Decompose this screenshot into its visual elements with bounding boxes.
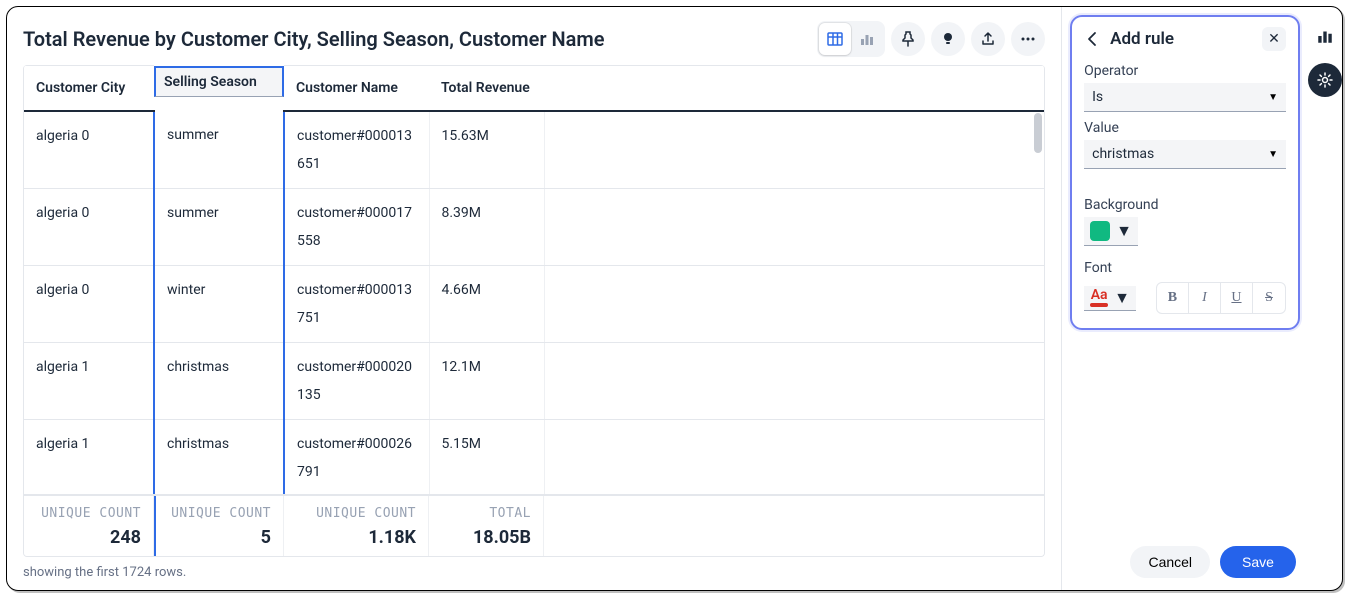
vertical-scrollbar[interactable] [1034, 113, 1042, 476]
toolbar [817, 21, 1045, 57]
cell: summer [154, 111, 284, 189]
font-aa-icon: Aa [1091, 288, 1108, 302]
rail-chart-button[interactable] [1308, 19, 1342, 53]
font-color-picker[interactable]: Aa ▼ [1084, 286, 1136, 311]
chevron-down-icon: ▼ [1114, 288, 1130, 308]
more-button[interactable] [1011, 22, 1045, 56]
data-table: Customer City Selling Season Customer Na… [23, 65, 1045, 557]
cell [544, 111, 1044, 189]
cancel-button[interactable]: Cancel [1130, 546, 1210, 578]
operator-select[interactable]: Is ▼ [1084, 83, 1286, 112]
operator-label: Operator [1084, 63, 1286, 79]
share-button[interactable] [971, 22, 1005, 56]
col-header-name[interactable]: Customer Name [284, 66, 429, 112]
cell: 8.39M [429, 189, 544, 266]
table-row[interactable]: algeria 1christmascustomer#0000267915.15… [24, 420, 1044, 497]
cell: algeria 0 [24, 266, 154, 343]
cell [544, 266, 1044, 343]
value-select[interactable]: christmas ▼ [1084, 140, 1286, 169]
table-row[interactable]: algeria 0summercustomer#0000175588.39M [24, 189, 1044, 266]
cell: winter [154, 266, 284, 343]
font-color-swatch [1090, 303, 1108, 307]
cell: 4.66M [429, 266, 544, 343]
font-style-group: B I U S [1156, 282, 1286, 314]
operator-value: Is [1092, 89, 1103, 105]
cell: customer#000026791 [284, 420, 429, 497]
right-rail [1308, 7, 1342, 590]
summary-label: UNIQUE COUNT [168, 506, 271, 521]
col-header-empty [544, 66, 1044, 112]
table-view-button[interactable] [819, 23, 851, 55]
cell: algeria 1 [24, 420, 154, 497]
back-button[interactable] [1084, 30, 1102, 48]
cell: customer#000020135 [284, 343, 429, 420]
background-color-picker[interactable]: ▼ [1084, 217, 1138, 246]
cell [544, 420, 1044, 497]
summary-value: 18.05B [441, 527, 531, 548]
summary-value: 248 [36, 527, 141, 548]
save-button[interactable]: Save [1220, 546, 1296, 578]
summary-value: 5 [168, 527, 271, 548]
cell [544, 343, 1044, 420]
view-toggle [817, 21, 885, 57]
cell: algeria 0 [24, 189, 154, 266]
add-rule-panel: Add rule ✕ Operator Is ▼ Value christmas ▼… [1070, 15, 1300, 330]
insight-button[interactable] [931, 22, 965, 56]
table-row[interactable]: algeria 1christmascustomer#00002013512.1… [24, 343, 1044, 420]
font-label: Font [1084, 260, 1286, 276]
bold-button[interactable]: B [1157, 283, 1189, 313]
background-label: Background [1084, 197, 1286, 213]
col-header-city[interactable]: Customer City [24, 66, 154, 112]
rail-settings-button[interactable] [1308, 63, 1342, 97]
chevron-down-icon: ▼ [1268, 149, 1278, 160]
value-label: Value [1084, 120, 1286, 136]
summary-label: TOTAL [441, 506, 531, 521]
table-row[interactable]: algeria 0wintercustomer#0000137514.66M [24, 266, 1044, 343]
italic-button[interactable]: I [1189, 283, 1221, 313]
table-row[interactable]: algeria 0summercustomer#00001365115.63M [24, 111, 1044, 189]
summary-value: 1.18K [296, 527, 416, 548]
cell: 15.63M [429, 111, 544, 189]
summary-row: UNIQUE COUNT 248 UNIQUE COUNT 5 UNIQUE COU… [24, 494, 1044, 556]
close-button[interactable]: ✕ [1262, 27, 1286, 51]
cell: customer#000013651 [284, 111, 429, 189]
cell: 12.1M [429, 343, 544, 420]
pin-button[interactable] [891, 22, 925, 56]
cell: 5.15M [429, 420, 544, 497]
summary-label: UNIQUE COUNT [296, 506, 416, 521]
cell: customer#000017558 [284, 189, 429, 266]
footer-text: showing the first 1724 rows. [23, 557, 1045, 580]
cell: customer#000013751 [284, 266, 429, 343]
cell: algeria 0 [24, 111, 154, 189]
strike-button[interactable]: S [1253, 283, 1285, 313]
col-header-revenue[interactable]: Total Revenue [429, 66, 544, 112]
underline-button[interactable]: U [1221, 283, 1253, 313]
cell: algeria 1 [24, 343, 154, 420]
cell [544, 189, 1044, 266]
chevron-down-icon: ▼ [1116, 221, 1132, 241]
cell: christmas [154, 343, 284, 420]
summary-label: UNIQUE COUNT [36, 506, 141, 521]
cell: christmas [154, 420, 284, 497]
page-title: Total Revenue by Customer City, Selling … [23, 27, 809, 51]
color-swatch [1090, 221, 1110, 241]
chart-view-button[interactable] [851, 23, 883, 55]
panel-title: Add rule [1110, 29, 1254, 49]
col-header-season[interactable]: Selling Season [154, 66, 284, 97]
cell: summer [154, 189, 284, 266]
value-value: christmas [1092, 146, 1154, 162]
chevron-down-icon: ▼ [1268, 92, 1278, 103]
